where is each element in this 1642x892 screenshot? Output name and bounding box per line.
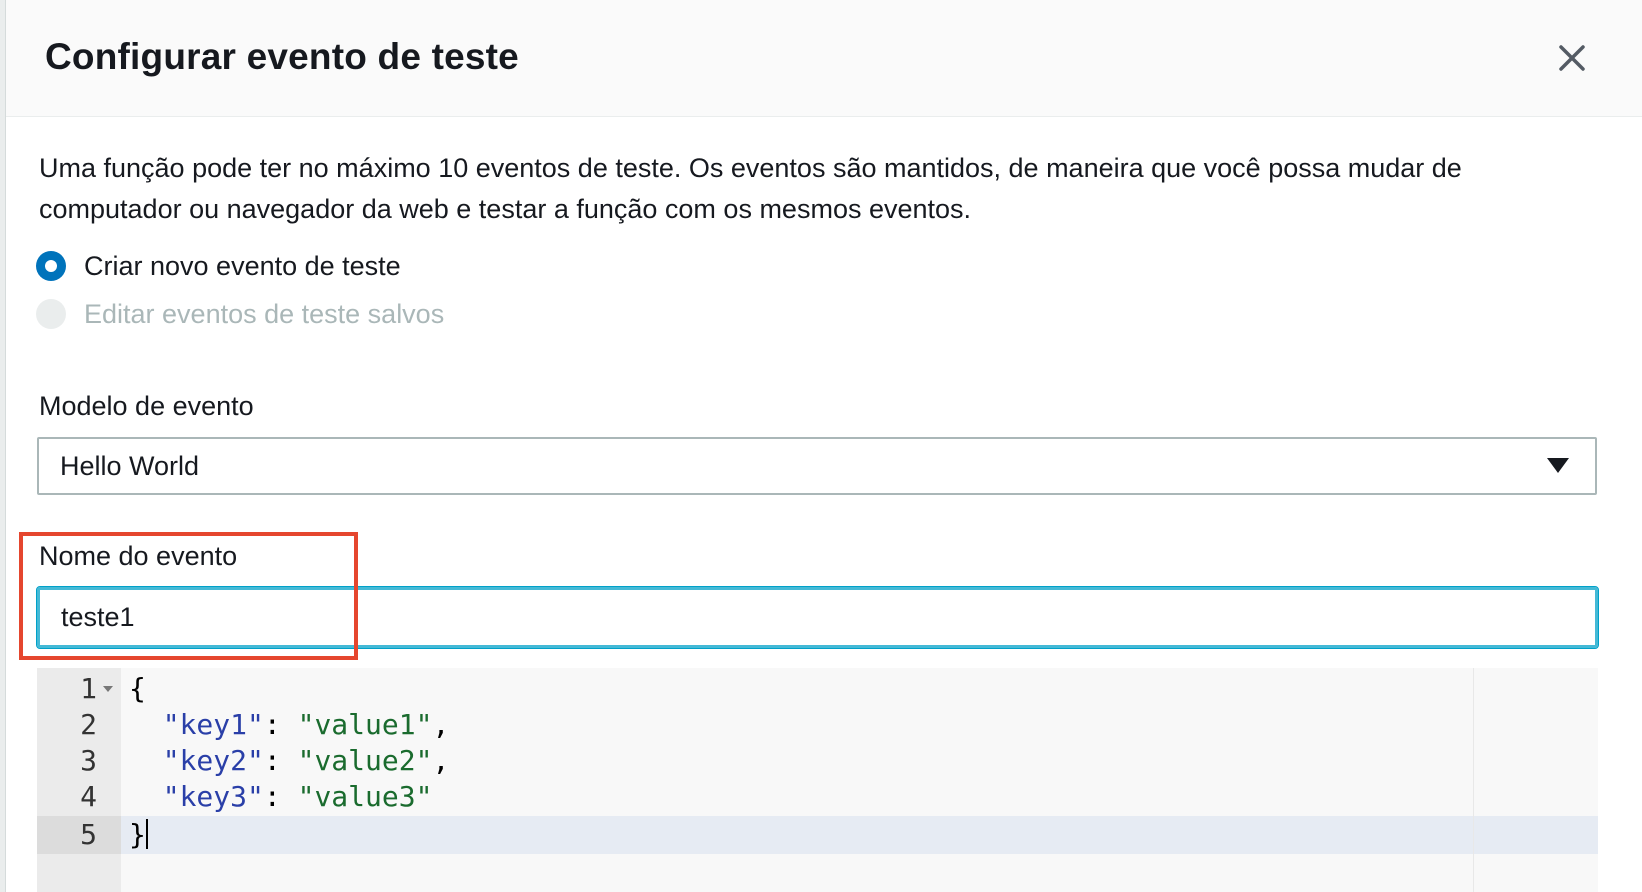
json-punctuation: } — [129, 818, 146, 851]
close-button[interactable] — [1552, 38, 1592, 78]
line-number: 4 — [80, 780, 97, 813]
json-punctuation: : — [263, 708, 298, 741]
text-cursor — [145, 819, 148, 849]
line-number: 3 — [80, 744, 97, 777]
json-punctuation — [129, 708, 163, 741]
code-line: 2 "key1": "value1", — [37, 706, 1598, 744]
dialog-title: Configurar evento de teste — [45, 36, 519, 77]
line-number: 5 — [80, 818, 97, 851]
event-template-label: Modelo de evento — [39, 391, 254, 421]
radio-edit-saved-events: Editar eventos de teste salvos — [36, 294, 444, 334]
json-punctuation: , — [432, 708, 450, 741]
code-text: } — [129, 816, 148, 854]
radio-edit-saved-label: Editar eventos de teste salvos — [84, 298, 445, 329]
radio-disabled-icon — [36, 299, 66, 329]
json-punctuation: { — [129, 672, 146, 705]
json-string: "value2" — [297, 744, 433, 777]
json-key: "key3" — [162, 780, 264, 813]
line-number: 2 — [80, 708, 97, 741]
event-json-editor[interactable]: 1{2 "key1": "value1", 3 "key2": "value2",… — [37, 668, 1598, 892]
event-name-input[interactable] — [36, 586, 1599, 649]
radio-checked-icon[interactable] — [36, 251, 66, 281]
code-line: 3 "key2": "value2", — [37, 742, 1598, 780]
code-text: "key3": "value3" — [129, 778, 433, 816]
code-line: 1{ — [37, 670, 1598, 708]
dialog-description: Uma função pode ter no máximo 10 eventos… — [39, 153, 1462, 224]
json-punctuation — [129, 780, 163, 813]
json-punctuation: : — [263, 780, 298, 813]
json-string: "value1" — [297, 708, 433, 741]
line-number: 1 — [80, 672, 97, 705]
event-name-label: Nome do evento — [39, 541, 238, 571]
code-line: 5} — [37, 816, 1598, 854]
json-string: "value3" — [297, 780, 433, 813]
caret-down-icon — [1547, 458, 1569, 473]
json-punctuation: , — [432, 744, 450, 777]
close-icon — [1559, 45, 1585, 71]
json-key: "key2" — [162, 744, 264, 777]
dialog-header: Configurar evento de teste — [6, 0, 1642, 117]
json-punctuation: : — [263, 744, 298, 777]
json-key: "key1" — [162, 708, 264, 741]
code-text: "key1": "value1", — [129, 706, 450, 744]
event-template-select[interactable]: Hello World — [37, 437, 1597, 495]
fold-toggle-icon[interactable] — [103, 686, 113, 692]
code-line: 4 "key3": "value3" — [37, 778, 1598, 816]
json-punctuation — [129, 744, 163, 777]
code-text: { — [129, 670, 146, 708]
code-text: "key2": "value2", — [129, 742, 450, 780]
radio-create-new-label: Criar novo evento de teste — [84, 250, 401, 281]
event-template-value: Hello World — [60, 450, 200, 481]
radio-create-new-event[interactable]: Criar novo evento de teste — [36, 246, 401, 286]
